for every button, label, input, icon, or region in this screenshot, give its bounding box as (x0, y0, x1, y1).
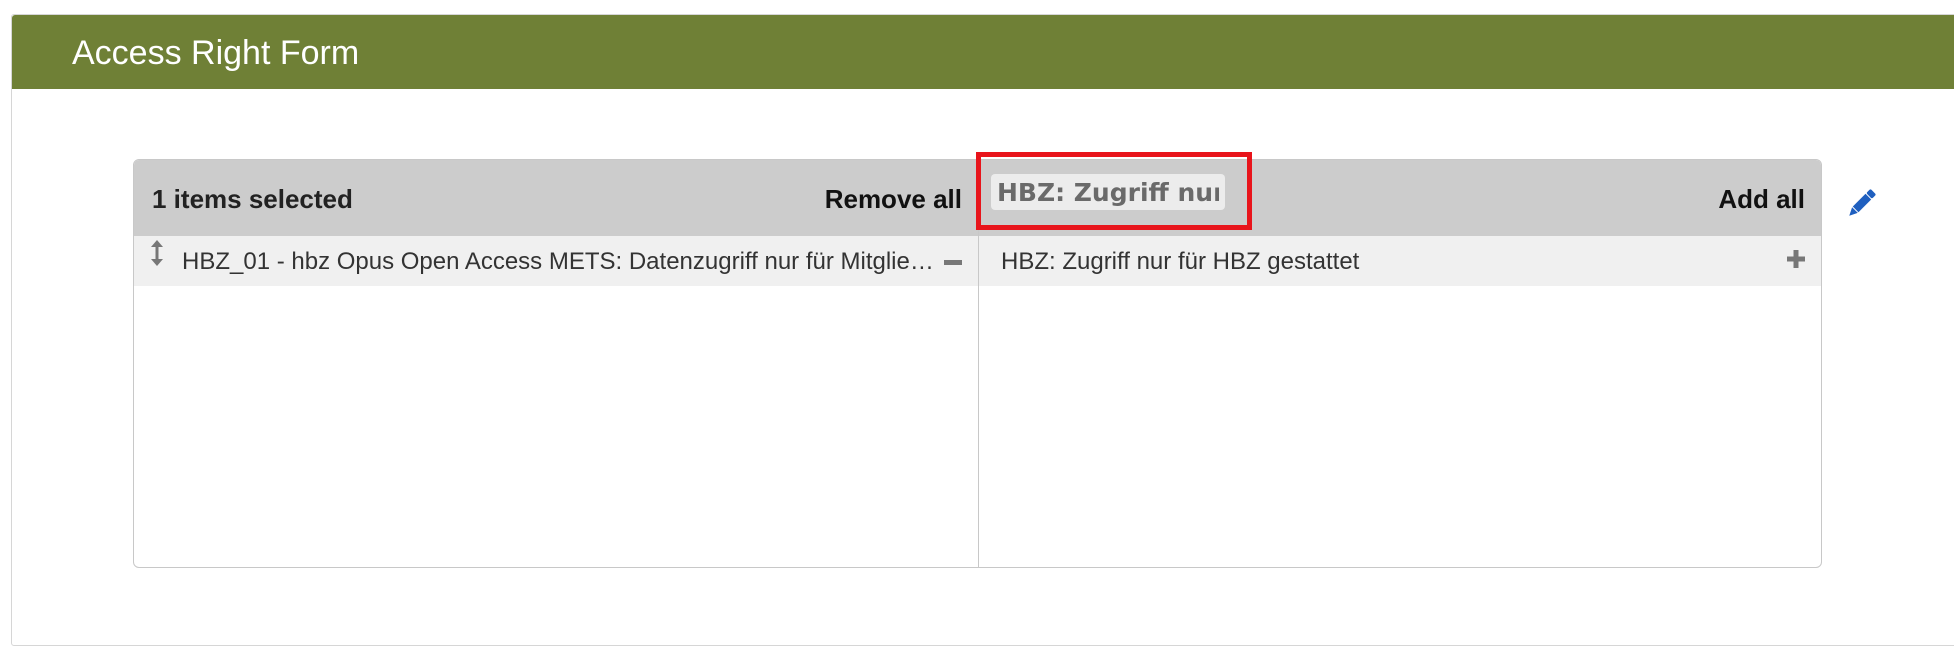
selected-column: 1 items selected Remove all HBZ_01 - hbz… (134, 160, 979, 567)
remove-all-button[interactable]: Remove all (825, 184, 962, 215)
available-list-item[interactable]: HBZ: Zugriff nur für HBZ gestattet (979, 236, 1821, 286)
search-input[interactable] (991, 174, 1225, 210)
selected-count-label: 1 items selected (152, 184, 353, 214)
panel-header: Access Right Form (12, 15, 1954, 89)
available-column: Add all HBZ: Zugriff nur für HBZ gestatt… (979, 160, 1821, 567)
selected-list-item[interactable]: HBZ_01 - hbz Opus Open Access METS: Date… (134, 236, 978, 286)
plus-icon[interactable] (1787, 250, 1805, 268)
panel-title: Access Right Form (72, 34, 360, 72)
available-column-header: Add all (979, 160, 1821, 236)
drag-handle-icon[interactable] (150, 240, 164, 266)
available-item-label: HBZ: Zugriff nur für HBZ gestattet (1001, 248, 1360, 275)
multiselect-widget: 1 items selected Remove all HBZ_01 - hbz… (133, 159, 1822, 568)
selected-column-header: 1 items selected Remove all (134, 160, 978, 236)
minus-icon[interactable] (944, 258, 962, 268)
pencil-icon[interactable] (1843, 184, 1881, 222)
add-all-button[interactable]: Add all (1718, 184, 1805, 215)
selected-item-label: HBZ_01 - hbz Opus Open Access METS: Date… (182, 248, 942, 275)
